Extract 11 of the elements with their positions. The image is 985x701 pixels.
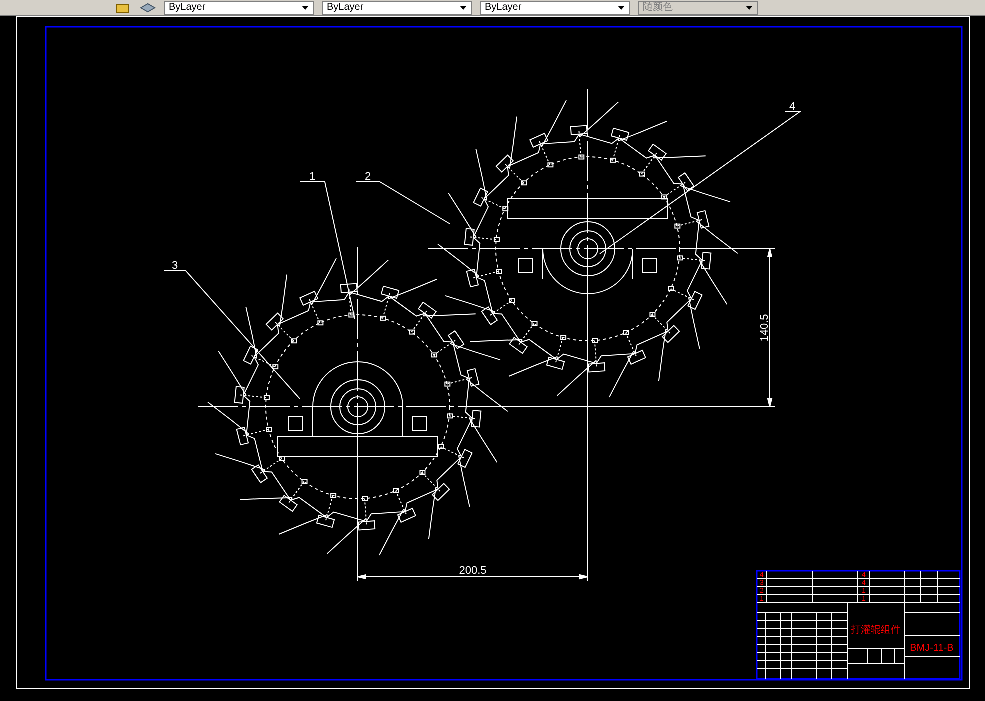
dimension-value: 200.5 <box>459 565 487 577</box>
drawing-code: BMJ-11-B <box>910 643 954 654</box>
dropdown[interactable]: ByLayer <box>164 0 314 14</box>
part-number: 1 <box>309 171 316 183</box>
dropdown[interactable]: ByLayer <box>480 0 630 14</box>
part-number: 4 <box>789 101 796 113</box>
part-number: 2 <box>364 171 372 183</box>
dropdown[interactable]: ByLayer <box>322 0 472 14</box>
part-number: 3 <box>172 260 178 272</box>
dimension-value: 140.5 <box>759 314 771 342</box>
drawing-title: 打灌辊组件 <box>851 625 901 636</box>
